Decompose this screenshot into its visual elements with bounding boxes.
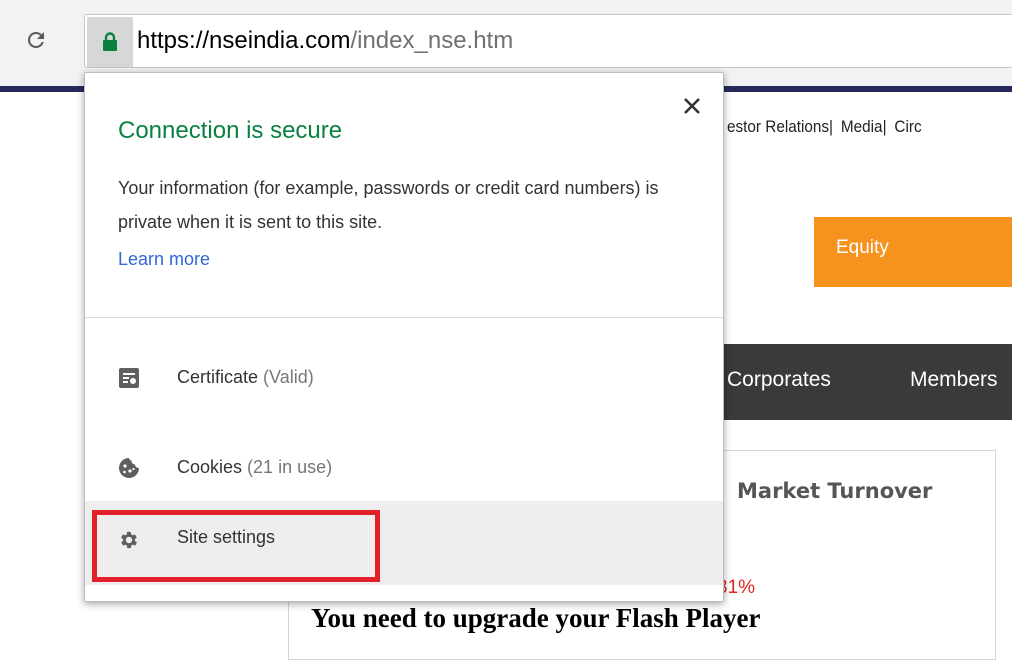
address-bar[interactable]: https://nseindia.com/index_nse.htm bbox=[84, 14, 1012, 68]
top-link-investor-relations[interactable]: estor Relations| bbox=[727, 117, 833, 136]
reload-icon bbox=[27, 31, 44, 48]
url-text: https://nseindia.com/index_nse.htm bbox=[137, 27, 513, 55]
close-icon bbox=[684, 98, 700, 114]
learn-more-link[interactable]: Learn more bbox=[118, 249, 210, 270]
certificate-row[interactable]: Certificate (Valid) bbox=[85, 345, 723, 413]
main-nav-bar: Corporates Members bbox=[700, 344, 1012, 420]
top-link-circulars[interactable]: Circ bbox=[894, 117, 921, 136]
divider bbox=[85, 317, 723, 318]
flash-upgrade-message: You need to upgrade your Flash Player bbox=[311, 603, 761, 633]
cookie-icon bbox=[119, 458, 139, 478]
nav-item-corporates[interactable]: Corporates bbox=[727, 368, 831, 392]
cookies-row[interactable]: Cookies (21 in use) bbox=[85, 435, 723, 503]
cookies-status: (21 in use) bbox=[247, 457, 333, 477]
certificate-title: Certificate bbox=[177, 367, 259, 387]
top-link-media[interactable]: Media| bbox=[841, 117, 887, 136]
certificate-icon bbox=[119, 368, 139, 388]
certificate-label: Certificate (Valid) bbox=[177, 367, 314, 388]
url-path: /index_nse.htm bbox=[350, 27, 514, 54]
reload-button[interactable] bbox=[22, 26, 50, 54]
lock-icon bbox=[103, 32, 117, 51]
connection-status-title: Connection is secure bbox=[118, 117, 343, 144]
annotation-highlight-box bbox=[92, 510, 380, 582]
nav-item-members[interactable]: Members bbox=[910, 368, 998, 392]
connection-description: Your information (for example, passwords… bbox=[118, 178, 659, 232]
certificate-status: (Valid) bbox=[263, 367, 314, 387]
cookies-label: Cookies (21 in use) bbox=[177, 457, 332, 478]
url-host: https://nseindia.com bbox=[137, 27, 351, 54]
top-links: estor Relations| Media| Circ bbox=[727, 117, 925, 137]
cookies-title: Cookies bbox=[177, 457, 243, 477]
site-info-button[interactable] bbox=[87, 17, 133, 67]
equity-tab[interactable]: Equity bbox=[814, 217, 1012, 287]
panel-title: Market Turnover bbox=[737, 479, 933, 503]
close-button[interactable] bbox=[677, 91, 707, 121]
